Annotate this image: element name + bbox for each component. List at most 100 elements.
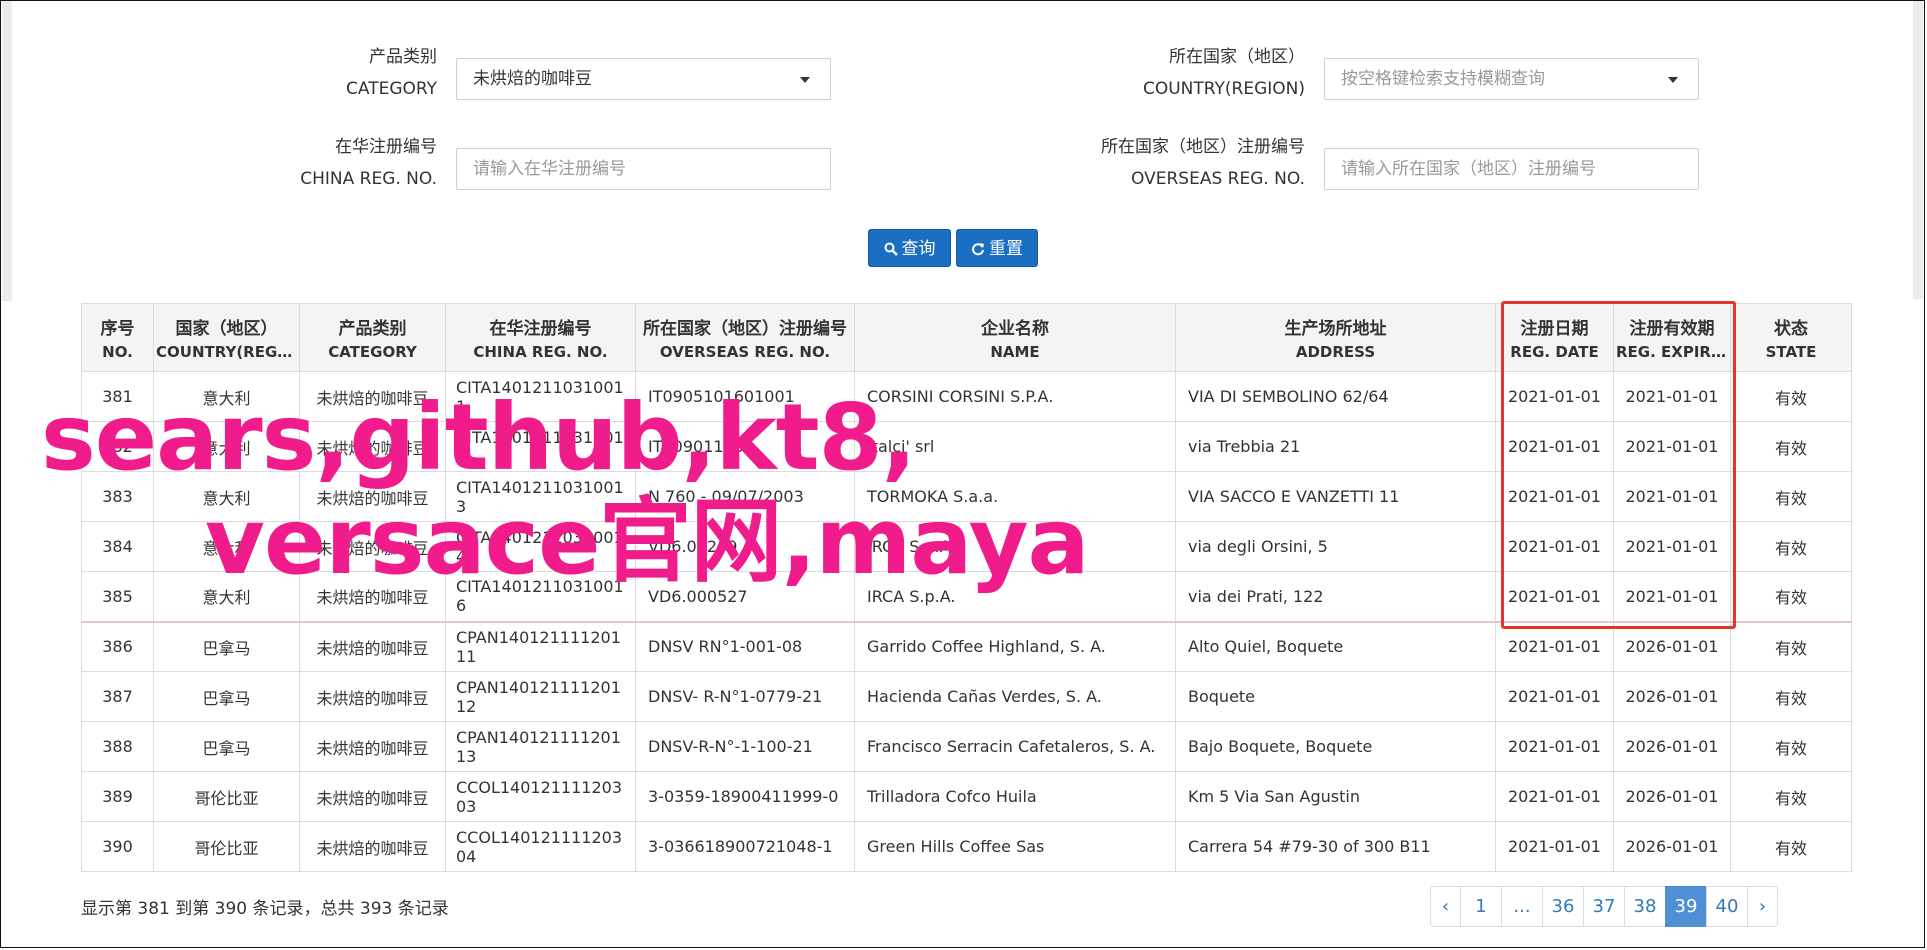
- reset-button[interactable]: 重置: [956, 229, 1038, 267]
- column-header-en: REG. EXPIRE ...: [1616, 343, 1728, 361]
- address-cell: Alto Quiel, Boquete: [1175, 621, 1496, 672]
- overseas-reg-cell: VD6.00269: [635, 521, 855, 572]
- next-page-link[interactable]: ›: [1747, 886, 1778, 927]
- column-header-cn: 企业名称: [981, 319, 1049, 339]
- table-row: 385 意大利 未烘焙的咖啡豆 CITA14012110310016 VD6.00052…: [81, 571, 1852, 623]
- row-number: 385: [81, 571, 154, 623]
- overseas-reg-cell: IT0905101601001: [635, 371, 855, 422]
- category-cell: 未烘焙的咖啡豆: [299, 771, 446, 822]
- address-cell: via dei Prati, 122: [1175, 571, 1496, 623]
- column-header-cn: 产品类别: [338, 319, 407, 339]
- column-header: 序号 NO.: [81, 303, 154, 372]
- china-reg-cell: CPAN14012111120112: [445, 671, 636, 722]
- address-cell: via Trebbia 21: [1175, 421, 1496, 472]
- china-reg-cell: CITA14012110310014: [445, 521, 636, 572]
- reg-expire-cell: 2026-01-01: [1613, 721, 1731, 772]
- reg-expire-cell: 2021-01-01: [1613, 421, 1731, 472]
- column-header-en: NAME: [990, 343, 1040, 361]
- company-name-cell: CORSINI CORSINI S.P.A.: [854, 371, 1176, 422]
- state-cell: 有效: [1730, 821, 1852, 872]
- china-reg-label-cn: 在华注册编号: [335, 137, 437, 157]
- row-number: 381: [81, 371, 154, 422]
- column-header: 生产场所地址 ADDRESS: [1175, 303, 1496, 372]
- company-name-cell: Green Hills Coffee Sas: [854, 821, 1176, 872]
- reg-date-cell: 2021-01-01: [1495, 671, 1614, 722]
- category-cell: 未烘焙的咖啡豆: [299, 521, 446, 572]
- overseas-reg-cell: DNSV- R-N°1-0779-21: [635, 671, 855, 722]
- table-row: 387 巴拿马 未烘焙的咖啡豆 CPAN14012111120112 DNSV- R-N…: [81, 671, 1852, 722]
- country-cell: 巴拿马: [153, 671, 300, 722]
- reg-date-cell: 2021-01-01: [1495, 471, 1614, 522]
- page-link[interactable]: 40: [1706, 886, 1748, 927]
- state-cell: 有效: [1730, 371, 1852, 422]
- record-summary: 显示第 381 到第 390 条记录，总共 393 条记录: [81, 899, 449, 919]
- china-reg-label-en: CHINA REG. NO.: [300, 169, 437, 189]
- category-cell: 未烘焙的咖啡豆: [299, 721, 446, 772]
- overseas-reg-input[interactable]: 请输入所在国家（地区）注册编号: [1324, 148, 1699, 190]
- column-header-cn: 注册有效期: [1629, 319, 1715, 339]
- china-reg-cell: CCOL14012111120304: [445, 821, 636, 872]
- column-header-en: REG. DATE: [1510, 343, 1599, 361]
- table-row: 384 意大利 未烘焙的咖啡豆 CITA14012110310014 VD6.00269…: [81, 521, 1852, 572]
- category-label-cn: 产品类别: [369, 47, 437, 67]
- state-cell: 有效: [1730, 671, 1852, 722]
- results-table: 序号 NO. 国家（地区） COUNTRY(REGIO... 产品类别 CATEGORY 在…: [81, 303, 1852, 872]
- reg-expire-cell: 2026-01-01: [1613, 671, 1731, 722]
- china-reg-input[interactable]: 请输入在华注册编号: [456, 148, 831, 190]
- reg-expire-cell: 2021-01-01: [1613, 571, 1731, 623]
- column-header: 在华注册编号 CHINA REG. NO.: [445, 303, 636, 372]
- row-number: 384: [81, 521, 154, 572]
- page-link[interactable]: 38: [1624, 886, 1666, 927]
- search-button-label: 查询: [901, 239, 936, 259]
- address-cell: VIA SACCO E VANZETTI 11: [1175, 471, 1496, 522]
- reset-button-label: 重置: [989, 239, 1023, 259]
- reg-expire-cell: 2026-01-01: [1613, 621, 1731, 672]
- country-cell: 意大利: [153, 521, 300, 572]
- overseas-reg-label-cn: 所在国家（地区）注册编号: [1101, 137, 1305, 157]
- app-window: 产品类别 CATEGORY 未烘焙的咖啡豆 所在国家（地区） COUNTRY(R…: [0, 0, 1925, 948]
- column-header-en: ADDRESS: [1295, 343, 1376, 361]
- overseas-reg-cell: VD6.000527: [635, 571, 855, 623]
- reg-date-cell: 2021-01-01: [1495, 771, 1614, 822]
- search-icon: [884, 242, 898, 256]
- column-header: 企业名称 NAME: [854, 303, 1176, 372]
- search-button[interactable]: 查询: [868, 229, 951, 267]
- table-row: 389 哥伦比亚 未烘焙的咖啡豆 CCOL14012111120303 3-0359-1…: [81, 771, 1852, 822]
- column-header-cn: 国家（地区）: [175, 319, 278, 339]
- company-name-cell: Francisco Serracin Cafetaleros, S. A.: [854, 721, 1176, 772]
- country-cell: 意大利: [153, 371, 300, 422]
- column-header: 所在国家（地区）注册编号 OVERSEAS REG. NO.: [635, 303, 855, 372]
- category-cell: 未烘焙的咖啡豆: [299, 471, 446, 522]
- category-select[interactable]: 未烘焙的咖啡豆: [456, 58, 831, 100]
- prev-page-link[interactable]: ‹: [1430, 886, 1461, 927]
- page-link[interactable]: 36: [1542, 886, 1584, 927]
- state-cell: 有效: [1730, 471, 1852, 522]
- row-number: 388: [81, 721, 154, 772]
- column-header-en: OVERSEAS REG. NO.: [659, 343, 831, 361]
- state-cell: 有效: [1730, 771, 1852, 822]
- company-name-cell: IRCA S.p.A.: [854, 571, 1176, 623]
- page-link[interactable]: 1: [1460, 886, 1502, 927]
- state-cell: 有效: [1730, 571, 1852, 623]
- country-label-en: COUNTRY(REGION): [1142, 79, 1305, 99]
- column-header: 产品类别 CATEGORY: [299, 303, 446, 372]
- address-cell: VIA DI SEMBOLINO 62/64: [1175, 371, 1496, 422]
- country-cell: 意大利: [153, 421, 300, 472]
- table-body: 381 意大利 未烘焙的咖啡豆 CITA14012110310011 IT0905101…: [81, 371, 1852, 872]
- column-header-cn: 状态: [1774, 319, 1808, 339]
- company-name-cell: IRCA S.p.A.: [854, 521, 1176, 572]
- reg-date-cell: 2021-01-01: [1495, 371, 1614, 422]
- column-header: 注册日期 REG. DATE: [1495, 303, 1614, 372]
- state-cell: 有效: [1730, 721, 1852, 772]
- country-label: 所在国家（地区） COUNTRY(REGION): [1081, 41, 1305, 105]
- country-cell: 意大利: [153, 571, 300, 623]
- overseas-reg-cell: 3-0359-18900411999-0: [635, 771, 855, 822]
- column-header-cn: 生产场所地址: [1284, 319, 1387, 339]
- country-cell: 巴拿马: [153, 721, 300, 772]
- country-select[interactable]: 按空格键检索支持模糊查询: [1324, 58, 1699, 100]
- row-number: 389: [81, 771, 154, 822]
- page-link[interactable]: 37: [1583, 886, 1625, 927]
- overseas-reg-cell: DNSV-R-N°-1-100-21: [635, 721, 855, 772]
- page-link[interactable]: 39: [1665, 886, 1707, 927]
- row-number: 383: [81, 471, 154, 522]
